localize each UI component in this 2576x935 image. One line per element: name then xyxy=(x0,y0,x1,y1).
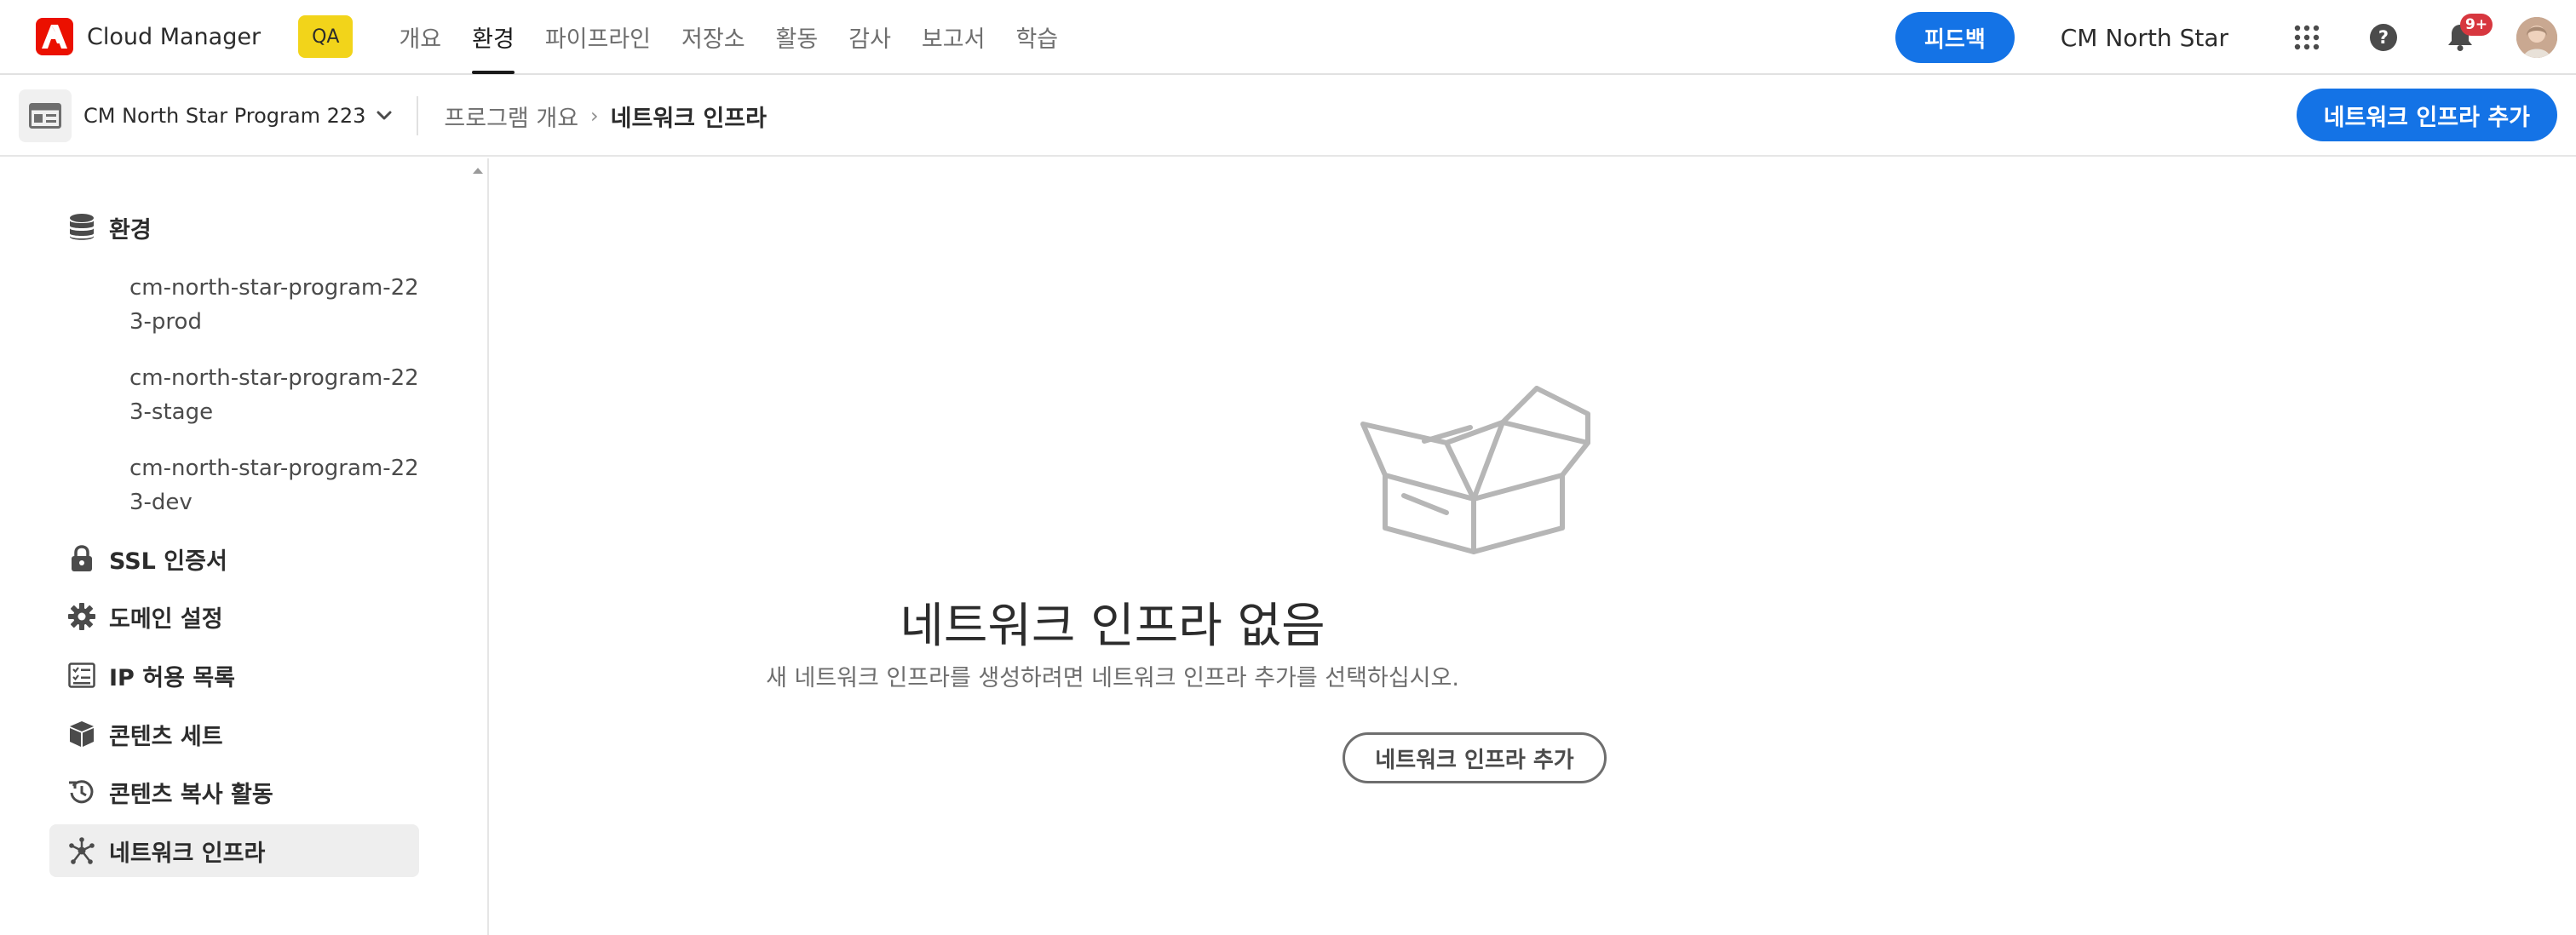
sidebar-item-label: 콘텐츠 세트 xyxy=(109,723,223,750)
main-tabs: 개요 환경 파이프라인 저장소 활동 감사 보고서 학습 xyxy=(383,0,1073,74)
sidebar-item-content-copy-activity[interactable]: 콘텐츠 복사 활동 xyxy=(49,766,419,818)
lock-icon xyxy=(68,545,95,572)
bell-icon[interactable]: 9+ xyxy=(2440,14,2493,58)
sidebar-item-content-sets[interactable]: 콘텐츠 세트 xyxy=(49,708,419,760)
app-title: Cloud Manager xyxy=(87,23,262,50)
tab-audit[interactable]: 감사 xyxy=(833,0,906,74)
notification-count-badge: 9+ xyxy=(2460,14,2493,36)
tab-repositories[interactable]: 저장소 xyxy=(666,0,761,74)
sidebar: 환경 cm-north-star-program-223-prod cm-nor… xyxy=(0,158,489,935)
environment-link-prod[interactable]: cm-north-star-program-223-prod xyxy=(129,271,419,339)
environment-link-stage[interactable]: cm-north-star-program-223-stage xyxy=(129,361,419,429)
sidebar-item-label: SSL 인증서 xyxy=(109,548,227,575)
program-switcher[interactable]: CM North Star Program 223 xyxy=(19,89,393,142)
sidebar-item-label: 콘텐츠 복사 활동 xyxy=(109,781,273,808)
add-network-infrastructure-button[interactable]: 네트워크 인프라 추가 xyxy=(2296,89,2557,141)
sidebar-item-label: IP 허용 목록 xyxy=(109,664,235,691)
breadcrumb-program-overview[interactable]: 프로그램 개요 xyxy=(444,100,578,133)
adobe-logo-icon xyxy=(36,18,73,55)
brand[interactable]: Cloud Manager xyxy=(36,0,261,74)
divider xyxy=(417,96,419,135)
environment-link-dev[interactable]: cm-north-star-program-223-dev xyxy=(129,451,419,519)
empty-state-description: 새 네트워크 인프라를 생성하려면 네트워크 인프라 추가를 선택하십시오. xyxy=(766,665,1459,691)
empty-state-title: 네트워크 인프라 없음 xyxy=(900,599,1325,654)
sidebar-item-label: 도메인 설정 xyxy=(109,605,223,633)
environment-badge: QA xyxy=(298,15,354,58)
header-actions: 피드백 CM North Star ? 9+ xyxy=(1895,0,2576,75)
scroll-up-icon[interactable] xyxy=(470,165,486,175)
program-icon xyxy=(19,89,72,142)
boxes-icon xyxy=(68,720,95,748)
tab-reports[interactable]: 보고서 xyxy=(906,0,1001,74)
tab-activity[interactable]: 활동 xyxy=(761,0,834,74)
sidebar-item-environments[interactable]: 환경 xyxy=(49,201,419,254)
database-icon xyxy=(68,214,95,241)
sidebar-item-network-infrastructure[interactable]: 네트워크 인프라 xyxy=(49,824,419,877)
sidebar-item-domain-settings[interactable]: 도메인 설정 xyxy=(49,590,419,643)
program-name: CM North Star Program 223 xyxy=(83,104,366,128)
breadcrumb: 프로그램 개요 › 네트워크 인프라 xyxy=(444,100,767,133)
sidebar-item-ssl-certificates[interactable]: SSL 인증서 xyxy=(49,532,419,585)
tab-learning[interactable]: 학습 xyxy=(1000,0,1073,74)
tab-overview[interactable]: 개요 xyxy=(383,0,457,74)
avatar[interactable] xyxy=(2516,17,2557,58)
sidebar-item-label: 네트워크 인프라 xyxy=(109,840,266,867)
sidebar-item-label: 환경 xyxy=(109,216,152,244)
tab-pipelines[interactable]: 파이프라인 xyxy=(530,0,666,74)
empty-state: 네트워크 인프라 없음 새 네트워크 인프라를 생성하려면 네트워크 인프라 추… xyxy=(491,158,2576,935)
tab-environments[interactable]: 환경 xyxy=(457,0,530,74)
help-icon[interactable]: ? xyxy=(2363,17,2404,58)
add-network-infrastructure-outline-button[interactable]: 네트워크 인프라 추가 xyxy=(1343,732,1607,783)
context-bar: CM North Star Program 223 프로그램 개요 › 네트워크… xyxy=(0,77,2576,157)
feedback-button[interactable]: 피드백 xyxy=(1895,12,2015,63)
empty-box-icon xyxy=(1360,386,1590,554)
chevron-down-icon xyxy=(376,110,393,122)
top-navigation: Cloud Manager QA 개요 환경 파이프라인 저장소 활동 감사 보… xyxy=(0,0,2576,75)
history-icon xyxy=(68,778,95,806)
checklist-icon xyxy=(68,662,95,689)
network-icon xyxy=(68,837,95,864)
sidebar-item-ip-allow-list[interactable]: IP 허용 목록 xyxy=(49,649,419,702)
apps-grid-icon[interactable] xyxy=(2286,17,2327,58)
chevron-right-icon: › xyxy=(590,104,599,128)
org-switcher[interactable]: CM North Star xyxy=(2061,24,2228,52)
breadcrumb-current: 네트워크 인프라 xyxy=(610,105,767,132)
svg-text:?: ? xyxy=(2378,27,2389,48)
gear-icon xyxy=(68,603,95,630)
